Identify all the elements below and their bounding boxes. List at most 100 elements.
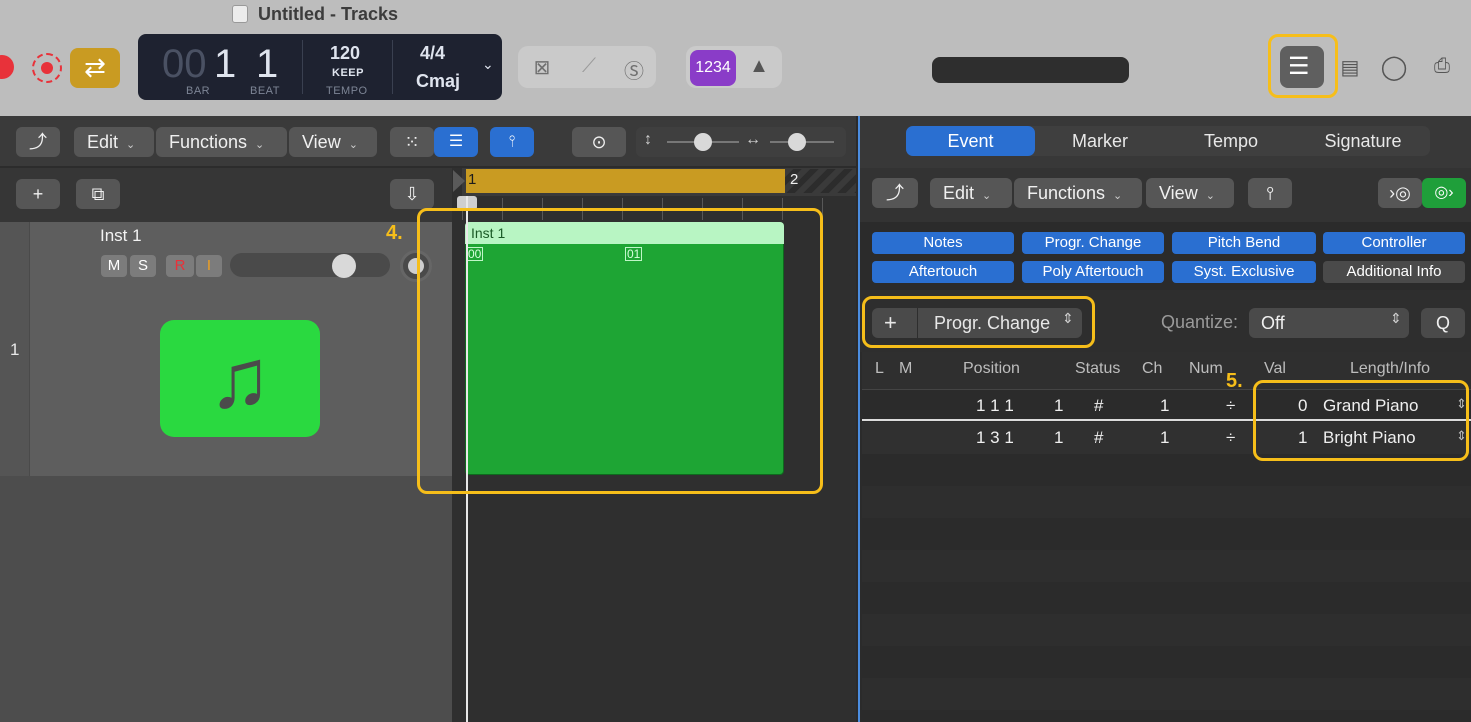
col-length-info: Length/Info [1350,360,1431,377]
col-position: Position [963,360,1020,377]
highlight-list-button [1268,34,1338,98]
event-num: ÷ [1226,428,1236,447]
col-status: Status [1075,360,1121,377]
add-track-button[interactable]: + [16,179,60,209]
tempo-mode: KEEP [332,67,364,79]
duplicate-track-button[interactable]: ⧉ [76,179,120,209]
chevron-down-icon: ⌄ [255,139,265,151]
back-button[interactable]: ⤴ [16,127,60,157]
event-tick: 1 [1054,428,1064,447]
solo-icon[interactable]: Ⓢ [620,55,648,84]
tuner-icon[interactable]: ⟋ [575,55,603,78]
event-num: ÷ [1226,396,1236,415]
functions-label: Functions [1027,183,1106,203]
control-bar: Untitled - Tracks ⇄ 00 1 1 BAR BEAT 120 … [0,0,1471,116]
functions-menu[interactable]: Functions ⌄ [156,127,287,157]
functions-menu[interactable]: Functions ⌄ [1014,178,1142,208]
row-stripe [862,678,1471,710]
quantize-select[interactable]: Off [1249,308,1409,338]
functions-label: Functions [169,132,248,152]
back-button[interactable]: ⤴ [872,178,918,208]
filter-notes[interactable]: Notes [872,232,1014,254]
volume-knob[interactable] [332,254,356,278]
filter-controller[interactable]: Controller [1323,232,1465,254]
quantize-button[interactable]: Q [1421,308,1465,338]
up-down-arrows-icon: ⇕ [1390,310,1402,326]
tempo-label: TEMPO [326,85,368,97]
vertical-zoom-icon: ↕ [644,131,652,148]
filter-additional-info[interactable]: Additional Info [1323,261,1465,283]
lcd-divider [392,40,393,94]
catch-button[interactable]: ⫯ [490,127,534,157]
low-latency-icon[interactable]: ⊠ [528,55,556,80]
tab-signature[interactable]: Signature [1298,126,1428,156]
lcd-display[interactable]: 00 1 1 BAR BEAT 120 KEEP TEMPO 4/4 Cmaj … [138,34,502,100]
cycle-region[interactable] [466,169,785,193]
filter-pitch-bend[interactable]: Pitch Bend [1172,232,1316,254]
window-title: Untitled - Tracks [258,4,399,24]
catch-button[interactable]: ⫯ [1248,178,1292,208]
event-position: 1 3 1 [976,428,1014,447]
highlight-create-event [862,296,1095,348]
cycle-button[interactable]: ⇄ [70,48,120,88]
key-signature: Cmaj [416,71,461,91]
edit-menu[interactable]: Edit ⌄ [930,178,1012,208]
midi-in-button[interactable]: ›◎ [1378,178,1422,208]
tab-marker[interactable]: Marker [1036,126,1164,156]
time-signature: 4/4 [420,43,446,63]
quantize-value: Off [1261,313,1285,333]
tempo-value: 120 [330,43,361,63]
view-menu[interactable]: View ⌄ [289,127,377,157]
highlight-region [417,208,823,494]
replace-button[interactable] [32,53,62,83]
more-button[interactable]: ⊙ [572,127,626,157]
tab-tempo[interactable]: Tempo [1166,126,1296,156]
event-tick: 1 [1054,396,1064,415]
horizontal-zoom-knob[interactable] [788,133,806,151]
music-note-icon: ♫ [160,320,320,437]
filter-program-change[interactable]: Progr. Change [1022,232,1164,254]
filter-syst-exclusive[interactable]: Syst. Exclusive [1172,261,1316,283]
notes-icon[interactable]: ▤ [1336,55,1364,80]
tab-event[interactable]: Event [906,126,1035,156]
vertical-zoom-knob[interactable] [694,133,712,151]
highlight-val-info [1253,380,1469,461]
loops-icon[interactable]: ◯ [1380,53,1408,82]
midi-in-icon: ›◎ [1389,183,1411,203]
col-m: M [899,360,913,377]
list-view-button[interactable]: ☰ [434,127,478,157]
step-5-label: 5. [1226,370,1243,392]
metronome-icon[interactable]: ▲ [745,55,773,78]
catch-icon: ⫯ [1266,183,1274,203]
mute-button[interactable]: M [101,255,127,277]
edit-label: Edit [87,132,119,152]
import-button[interactable]: ⇩ [390,179,434,209]
empty-track-area [0,476,452,722]
midi-out-button[interactable]: ◎› [1422,178,1466,208]
track-name[interactable]: Inst 1 [100,226,142,246]
input-monitor-button[interactable]: I [196,255,222,277]
col-ch: Ch [1142,360,1163,377]
edit-menu[interactable]: Edit ⌄ [74,127,154,157]
row-stripe [862,550,1471,582]
edit-label: Edit [943,183,975,203]
filter-poly-aftertouch[interactable]: Poly Aftertouch [1022,261,1164,283]
grid-view-button[interactable]: ⁙ [390,127,434,157]
volume-fader[interactable] [230,253,390,277]
row-stripe [862,614,1471,646]
chevron-down-icon[interactable]: ⌄ [482,56,494,73]
count-in-button[interactable]: 1234 [690,50,736,86]
browser-icon[interactable]: ⎙ [1424,55,1460,78]
solo-button[interactable]: S [130,255,156,277]
view-menu[interactable]: View ⌄ [1146,178,1234,208]
chevron-down-icon: ⌄ [982,190,992,202]
bar-value: 1 [214,42,237,86]
bar-leading-zeros: 00 [162,42,207,86]
bar-label: BAR [186,85,211,97]
record-enable-button[interactable]: R [166,255,194,277]
record-button[interactable] [0,55,14,79]
document-icon [232,5,248,23]
ruler-bar-1: 1 [468,171,477,188]
filter-aftertouch[interactable]: Aftertouch [872,261,1014,283]
activity-display [932,57,1129,83]
